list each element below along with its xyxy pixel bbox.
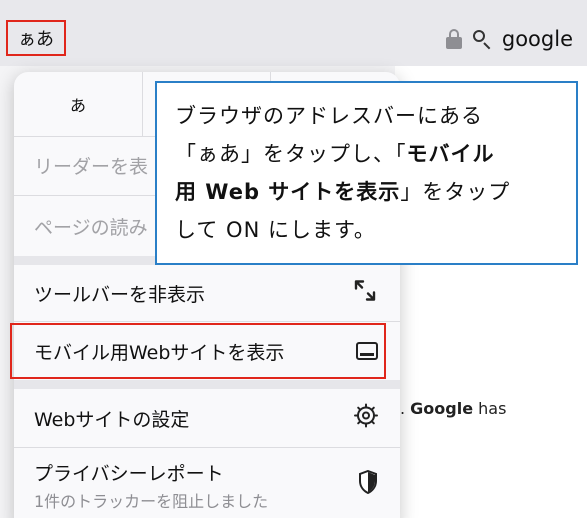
callout-line-1: ブラウザのアドレスバーにある bbox=[175, 104, 483, 128]
callout-line-4: して ON にします。 bbox=[175, 218, 376, 242]
page-text-bold: Google bbox=[410, 399, 474, 418]
menu-item-privacy-report-label: プライバシーレポート bbox=[34, 462, 224, 485]
menu-item-desktop-site[interactable]: モバイル用Webサイトを表示 bbox=[14, 322, 400, 380]
lock-icon bbox=[445, 29, 462, 49]
menu-item-website-settings-label: Webサイトの設定 bbox=[34, 408, 190, 431]
address-field[interactable]: google bbox=[445, 24, 573, 54]
menu-item-listen-label: ページの読み bbox=[34, 216, 148, 239]
callout-bold-1: モバイル bbox=[406, 142, 495, 166]
menu-item-privacy-report[interactable]: プライバシーレポート 1件のトラッカーを阻止しました bbox=[14, 448, 400, 518]
callout-bold-2: 用 Web サイトを表示 bbox=[175, 180, 401, 204]
screen: ぁあ google . Google has あ リーダーを表 ページの読み ツ… bbox=[0, 0, 587, 518]
font-smaller-button[interactable]: あ bbox=[14, 72, 143, 136]
phone-icon bbox=[356, 342, 378, 360]
search-icon bbox=[472, 29, 492, 50]
aa-button[interactable]: ぁあ bbox=[6, 20, 66, 56]
menu-item-hide-toolbar[interactable]: ツールバーを非表示 bbox=[14, 265, 400, 321]
menu-group-gap bbox=[14, 380, 400, 389]
instruction-callout: ブラウザのアドレスバーにある 「ぁあ」をタップし、「モバイル 用 Web サイト… bbox=[155, 81, 578, 265]
aa-button-label: ぁあ bbox=[18, 29, 54, 50]
address-bar: ぁあ google bbox=[0, 0, 587, 67]
callout-line-3: 用 Web サイトを表示」をタップ bbox=[175, 180, 511, 204]
menu-item-hide-toolbar-label: ツールバーを非表示 bbox=[34, 283, 206, 306]
privacy-report-subtitle: 1件のトラッカーを阻止しました bbox=[34, 491, 269, 511]
gear-icon bbox=[354, 403, 378, 433]
menu-item-website-settings[interactable]: Webサイトの設定 bbox=[14, 389, 400, 447]
font-smaller-label: あ bbox=[69, 96, 86, 115]
shield-icon bbox=[358, 469, 378, 499]
page-text-fragment: . Google has bbox=[400, 399, 507, 418]
callout-line-2: 「ぁあ」をタップし、「モバイル bbox=[175, 142, 495, 166]
menu-item-reader-label: リーダーを表 bbox=[34, 156, 149, 178]
menu-item-desktop-site-label: モバイル用Webサイトを表示 bbox=[34, 341, 285, 364]
resize-icon bbox=[352, 278, 378, 309]
address-site-text: google bbox=[501, 27, 573, 51]
